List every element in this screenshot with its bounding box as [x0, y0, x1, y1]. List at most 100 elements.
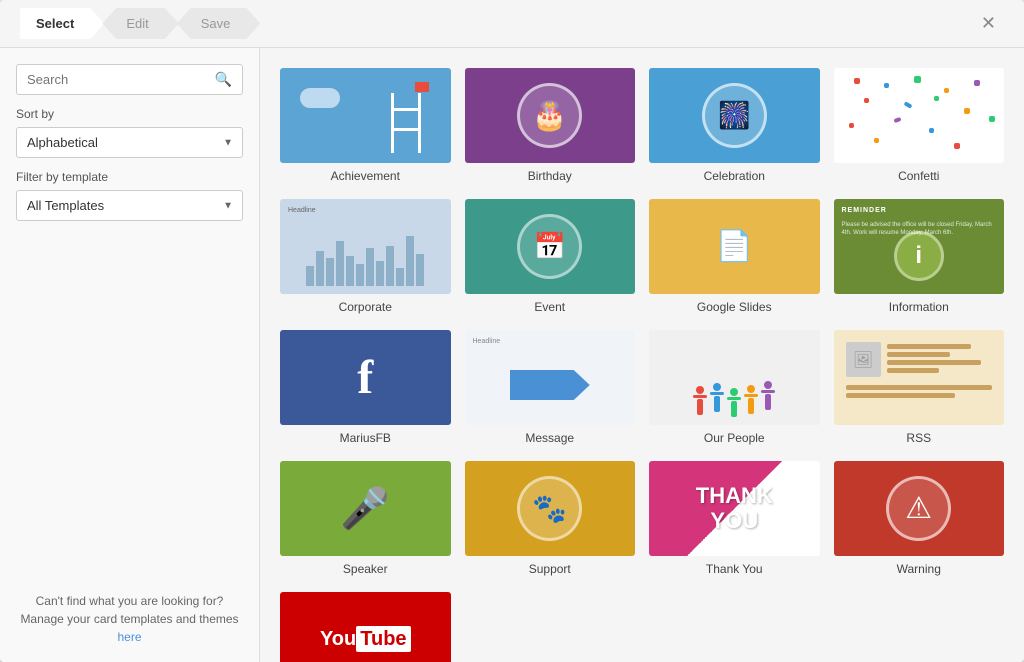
- template-warning-label: Warning: [897, 562, 941, 576]
- template-speaker-label: Speaker: [343, 562, 388, 576]
- template-achievement[interactable]: Achievement: [280, 68, 451, 183]
- thumb-ourpeople: [649, 330, 820, 425]
- template-support-label: Support: [529, 562, 571, 576]
- dot-14: [874, 138, 879, 143]
- person-1: [693, 386, 707, 415]
- thumb-warning: ⚠: [834, 461, 1005, 556]
- step-save[interactable]: Save: [177, 8, 261, 39]
- building-10: [396, 268, 404, 286]
- person-3: [727, 388, 741, 417]
- dot-3: [914, 76, 921, 83]
- thumb-youtube: YouTube: [280, 592, 451, 662]
- step-select[interactable]: Select: [20, 8, 104, 39]
- modal-body: 🔍 Sort by Alphabetical Date Name ▼ Filte…: [0, 48, 1024, 662]
- template-support[interactable]: 🐾 Support: [465, 461, 636, 576]
- thumb-achievement: [280, 68, 451, 163]
- thumb-confetti: [834, 68, 1005, 163]
- fb-f-letter: f: [357, 350, 373, 405]
- thumb-celebration: 🎆: [649, 68, 820, 163]
- close-button[interactable]: ✕: [973, 9, 1004, 38]
- search-icon: 🔍: [215, 71, 232, 88]
- achievement-ladder: [391, 93, 421, 153]
- footer-text: Can't find what you are looking for? Man…: [20, 594, 238, 626]
- info-reminder-text: REMINDER: [842, 207, 997, 214]
- dot-12: [929, 128, 934, 133]
- step-edit-label: Edit: [126, 16, 148, 31]
- template-ourpeople-label: Our People: [704, 431, 765, 445]
- content-area: Achievement 🎂 Birthday 🎆 Celebration: [260, 48, 1024, 662]
- dot-15: [954, 143, 960, 149]
- template-birthday[interactable]: 🎂 Birthday: [465, 68, 636, 183]
- template-confetti[interactable]: Confetti: [834, 68, 1005, 183]
- dot-8: [934, 96, 939, 101]
- template-message-label: Message: [525, 431, 574, 445]
- step-edit[interactable]: Edit: [102, 8, 178, 39]
- dot-7: [903, 101, 912, 108]
- sort-select[interactable]: Alphabetical Date Name: [16, 127, 243, 158]
- modal-container: Select Edit Save ✕ 🔍 Sort by Alphabetica: [0, 0, 1024, 662]
- template-information-label: Information: [889, 300, 949, 314]
- sort-by-label: Sort by: [16, 107, 243, 121]
- building-5: [346, 256, 354, 286]
- building-4: [336, 241, 344, 286]
- filter-select[interactable]: All Templates Corporate Social: [16, 190, 243, 221]
- speaker-icon: 🎤: [340, 485, 390, 532]
- template-celebration-label: Celebration: [704, 169, 765, 183]
- modal-header: Select Edit Save ✕: [0, 0, 1024, 48]
- dot-11: [893, 117, 901, 123]
- rss-lines: [887, 342, 993, 373]
- dot-6: [864, 98, 869, 103]
- template-celebration[interactable]: 🎆 Celebration: [649, 68, 820, 183]
- rss-lines-2: [846, 383, 993, 413]
- thumb-rss: 🖼: [834, 330, 1005, 425]
- building-2: [316, 251, 324, 286]
- template-information[interactable]: REMINDER Please be advised the office wi…: [834, 199, 1005, 314]
- youtube-text: YouTube: [320, 628, 411, 651]
- template-rss[interactable]: 🖼: [834, 330, 1005, 445]
- template-rss-label: RSS: [906, 431, 931, 445]
- arrow-shape: [510, 370, 590, 400]
- building-9: [386, 246, 394, 286]
- template-youtube[interactable]: YouTube YouTube: [280, 592, 451, 662]
- confetti-dots: [834, 68, 1005, 163]
- template-thankyou[interactable]: THANKYOU Thank You: [649, 461, 820, 576]
- search-input[interactable]: [27, 72, 209, 87]
- person-2: [710, 383, 724, 412]
- dot-9: [964, 108, 970, 114]
- filter-section: Filter by template All Templates Corpora…: [16, 170, 243, 221]
- sort-select-wrapper: Alphabetical Date Name ▼: [16, 127, 243, 158]
- thumb-information: REMINDER Please be advised the office wi…: [834, 199, 1005, 294]
- search-box[interactable]: 🔍: [16, 64, 243, 95]
- thumb-speaker: 🎤: [280, 461, 451, 556]
- achievement-cloud: [300, 88, 340, 108]
- template-corporate[interactable]: Headline: [280, 199, 451, 314]
- template-event[interactable]: 📅 Event: [465, 199, 636, 314]
- template-ourpeople[interactable]: Our People: [649, 330, 820, 445]
- step-select-label: Select: [36, 16, 74, 31]
- building-11: [406, 236, 414, 286]
- info-sub-text: Please be advised the office will be clo…: [842, 221, 997, 238]
- template-speaker[interactable]: 🎤 Speaker: [280, 461, 451, 576]
- template-warning[interactable]: ⚠ Warning: [834, 461, 1005, 576]
- building-3: [326, 258, 334, 286]
- template-birthday-label: Birthday: [528, 169, 572, 183]
- footer-link[interactable]: here: [117, 630, 141, 644]
- building-7: [366, 248, 374, 286]
- template-event-label: Event: [534, 300, 565, 314]
- dot-10: [849, 123, 854, 128]
- sidebar-footer: Can't find what you are looking for? Man…: [16, 592, 243, 646]
- dot-1: [854, 78, 860, 84]
- dot-2: [884, 83, 889, 88]
- celebration-circle: 🎆: [702, 83, 767, 148]
- template-mariusfb[interactable]: f MariusFB: [280, 330, 451, 445]
- support-circle: 🐾: [517, 476, 582, 541]
- buildings: [306, 236, 424, 286]
- thumb-corporate: Headline: [280, 199, 451, 294]
- info-circle: i: [894, 231, 944, 281]
- template-message[interactable]: Headline Message: [465, 330, 636, 445]
- corp-headline: Headline: [288, 207, 443, 214]
- wizard-steps: Select Edit Save: [20, 8, 260, 39]
- rss-image: 🖼: [846, 342, 881, 377]
- template-googleslides[interactable]: 📄 Google Slides: [649, 199, 820, 314]
- person-4: [744, 385, 758, 414]
